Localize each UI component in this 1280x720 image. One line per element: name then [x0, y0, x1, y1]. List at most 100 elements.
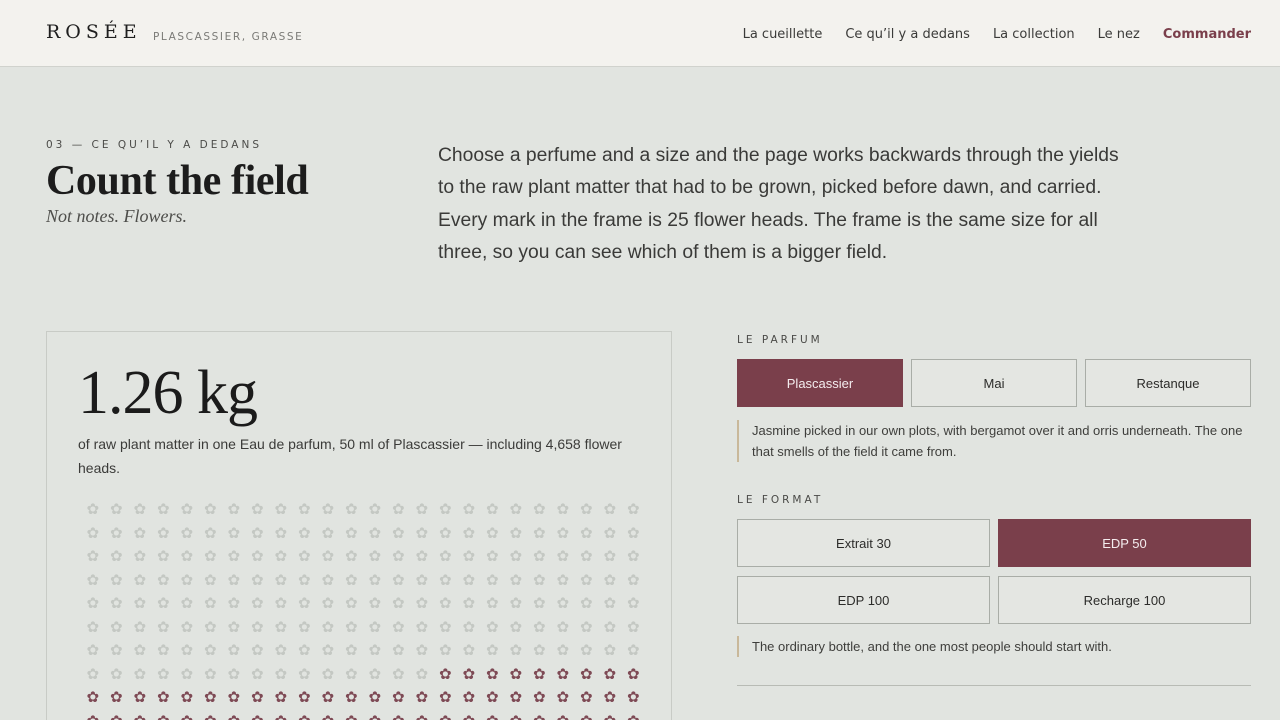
flower-mark-filled: ✿ [105, 710, 129, 720]
flower-mark-filled: ✿ [269, 710, 293, 720]
flower-mark-empty: ✿ [156, 594, 170, 612]
flower-mark-filled: ✿ [603, 688, 617, 706]
flower-mark-filled: ✿ [152, 710, 176, 720]
flower-mark-empty: ✿ [603, 594, 617, 612]
flower-mark-empty: ✿ [603, 570, 617, 589]
flower-mark-empty: ✿ [556, 641, 570, 659]
flower-mark-filled: ✿ [462, 688, 476, 706]
format-option-extrait-30[interactable]: Extrait 30 [737, 519, 990, 567]
parfum-label: LE PARFUM [737, 334, 823, 346]
flower-mark-filled: ✿ [504, 710, 528, 720]
flower-mark-empty: ✿ [86, 500, 100, 518]
flower-mark-filled: ✿ [532, 664, 546, 683]
flower-mark-empty: ✿ [509, 641, 523, 659]
flower-mark-empty: ✿ [579, 523, 593, 542]
parfum-option-mai[interactable]: Mai [911, 359, 1077, 407]
flower-mark-filled: ✿ [438, 664, 452, 683]
flower-mark-filled: ✿ [175, 710, 199, 720]
format-option-edp-50[interactable]: EDP 50 [998, 519, 1251, 567]
flower-mark-filled: ✿ [556, 688, 570, 706]
flower-mark-empty: ✿ [274, 570, 288, 589]
flower-mark-empty: ✿ [603, 641, 617, 659]
flower-mark-empty: ✿ [156, 523, 170, 542]
format-label: LE FORMAT [737, 494, 824, 506]
flower-mark-empty: ✿ [109, 641, 123, 659]
flower-mark-empty: ✿ [180, 547, 194, 565]
main-nav: La cueillette Ce qu’il y a dedans La col… [743, 27, 1251, 42]
nav-link-cueillette[interactable]: La cueillette [743, 27, 823, 42]
brand-logo[interactable]: ROSÉE [46, 21, 142, 43]
flower-mark-filled: ✿ [575, 710, 599, 720]
flower-mark-empty: ✿ [556, 617, 570, 636]
flower-mark-empty: ✿ [344, 617, 358, 636]
parfum-option-plascassier[interactable]: Plascassier [737, 359, 903, 407]
flower-mark-empty: ✿ [462, 617, 476, 636]
flower-mark-empty: ✿ [156, 641, 170, 659]
flower-mark-empty: ✿ [274, 617, 288, 636]
flower-mark-empty: ✿ [203, 594, 217, 612]
flower-mark-empty: ✿ [509, 547, 523, 565]
flower-mark-empty: ✿ [391, 664, 405, 683]
flower-mark-empty: ✿ [156, 570, 170, 589]
nav-link-le-nez[interactable]: Le nez [1098, 27, 1140, 42]
format-description: The ordinary bottle, and the one most pe… [737, 636, 1251, 657]
flower-mark-filled: ✿ [551, 710, 575, 720]
flower-mark-empty: ✿ [250, 594, 264, 612]
flower-mark-empty: ✿ [86, 664, 100, 683]
flower-mark-empty: ✿ [156, 500, 170, 518]
flower-mark-filled: ✿ [626, 664, 640, 683]
flower-mark-empty: ✿ [509, 594, 523, 612]
flower-mark-empty: ✿ [109, 570, 123, 589]
flower-mark-empty: ✿ [556, 547, 570, 565]
flower-mark-empty: ✿ [203, 500, 217, 518]
flower-mark-empty: ✿ [532, 641, 546, 659]
flower-mark-filled: ✿ [128, 710, 152, 720]
flower-mark-empty: ✿ [485, 641, 499, 659]
flower-mark-empty: ✿ [109, 594, 123, 612]
flower-mark-empty: ✿ [180, 641, 194, 659]
flower-mark-empty: ✿ [133, 570, 147, 589]
flower-mark-filled: ✿ [222, 710, 246, 720]
flower-mark-empty: ✿ [626, 617, 640, 636]
flower-mark-empty: ✿ [227, 500, 241, 518]
parfum-option-restanque[interactable]: Restanque [1085, 359, 1251, 407]
flower-mark-empty: ✿ [368, 547, 382, 565]
flower-mark-empty: ✿ [462, 570, 476, 589]
flower-mark-empty: ✿ [133, 641, 147, 659]
flower-mark-empty: ✿ [344, 664, 358, 683]
flower-mark-empty: ✿ [109, 500, 123, 518]
flower-mark-empty: ✿ [438, 617, 452, 636]
flower-mark-empty: ✿ [532, 594, 546, 612]
flower-mark-empty: ✿ [438, 570, 452, 589]
order-link[interactable]: Commander [1163, 27, 1251, 42]
flower-mark-filled: ✿ [133, 688, 147, 706]
flower-mark-filled: ✿ [598, 710, 622, 720]
flower-mark-empty: ✿ [438, 523, 452, 542]
flower-mark-empty: ✿ [485, 617, 499, 636]
flower-mark-empty: ✿ [415, 570, 429, 589]
flower-mark-filled: ✿ [246, 710, 270, 720]
flower-mark-empty: ✿ [133, 500, 147, 518]
flower-mark-empty: ✿ [321, 500, 335, 518]
flower-mark-empty: ✿ [203, 570, 217, 589]
top-bar: ROSÉE PLASCASSIER, GRASSE La cueillette … [0, 0, 1280, 67]
flower-mark-empty: ✿ [415, 547, 429, 565]
flower-mark-empty: ✿ [579, 500, 593, 518]
flower-mark-empty: ✿ [415, 617, 429, 636]
flower-mark-empty: ✿ [180, 523, 194, 542]
flower-mark-empty: ✿ [274, 594, 288, 612]
flower-mark-empty: ✿ [86, 617, 100, 636]
flower-mark-empty: ✿ [227, 547, 241, 565]
page-subtitle: Not notes. Flowers. [46, 206, 188, 226]
flower-mark-empty: ✿ [250, 664, 264, 683]
format-option-edp-100[interactable]: EDP 100 [737, 576, 990, 624]
flower-mark-empty: ✿ [227, 617, 241, 636]
flower-mark-empty: ✿ [344, 523, 358, 542]
nav-link-dedans[interactable]: Ce qu’il y a dedans [845, 27, 970, 42]
panel-divider [737, 685, 1251, 686]
format-option-recharge-100[interactable]: Recharge 100 [998, 576, 1251, 624]
flower-mark-empty: ✿ [227, 664, 241, 683]
nav-link-collection[interactable]: La collection [993, 27, 1075, 42]
flower-mark-empty: ✿ [368, 617, 382, 636]
flower-mark-empty: ✿ [344, 594, 358, 612]
